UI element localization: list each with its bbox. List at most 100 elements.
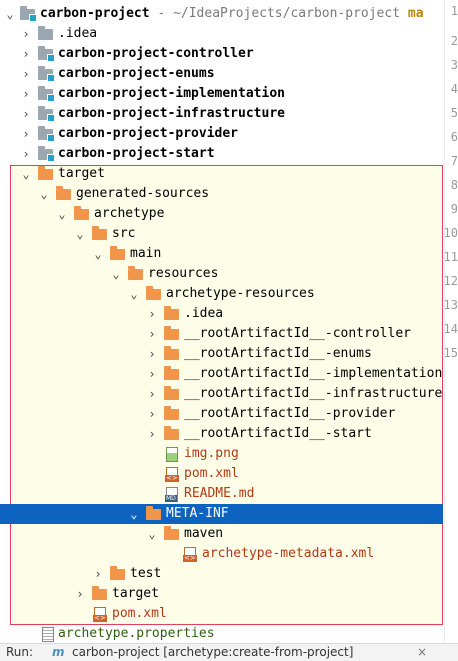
tree-label: archetype	[94, 206, 165, 221]
chevron-right-icon[interactable]: ›	[146, 384, 158, 404]
chevron-right-icon[interactable]: ›	[74, 584, 86, 604]
tree-row-test[interactable]: › test	[0, 564, 443, 584]
tree-row-img-png[interactable]: img.png	[0, 444, 443, 464]
tree-row-module-infrastructure[interactable]: › carbon-project-infrastructure	[0, 104, 443, 124]
line-number: 15	[443, 346, 458, 360]
chevron-down-icon[interactable]: ⌄	[38, 184, 50, 204]
close-icon[interactable]: ×	[417, 644, 427, 661]
chevron-right-icon[interactable]: ›	[20, 44, 32, 64]
tree-label: target	[58, 166, 105, 181]
chevron-right-icon[interactable]: ›	[20, 84, 32, 104]
module-folder-icon	[38, 66, 55, 82]
folder-icon	[128, 266, 143, 280]
tree-row-template-provider[interactable]: › __rootArtifactId__-provider	[0, 404, 443, 424]
folder-icon	[110, 246, 125, 260]
tree-row-target-nested[interactable]: › target	[0, 584, 443, 604]
tree-label: archetype-metadata.xml	[202, 546, 375, 561]
chevron-right-icon[interactable]: ›	[20, 124, 32, 144]
root-path-truncated: ma	[407, 6, 424, 21]
xml-file-icon	[165, 467, 179, 482]
tree-label: .idea	[58, 26, 98, 41]
tree-row-template-controller[interactable]: › __rootArtifactId__-controller	[0, 324, 443, 344]
chevron-down-icon[interactable]: ⌄	[56, 204, 68, 224]
tree-row-module-provider[interactable]: › carbon-project-provider	[0, 124, 443, 144]
tree-label: maven	[184, 526, 224, 541]
module-folder-icon	[38, 86, 55, 102]
tree-row-module-enums[interactable]: › carbon-project-enums	[0, 64, 443, 84]
chevron-down-icon[interactable]: ⌄	[146, 524, 158, 544]
folder-icon	[110, 566, 125, 580]
tree-row-module-start[interactable]: › carbon-project-start	[0, 144, 443, 164]
folder-icon	[92, 586, 107, 600]
tree-row-target[interactable]: ⌄ target	[0, 164, 443, 184]
chevron-down-icon[interactable]: ⌄	[110, 264, 122, 284]
chevron-right-icon[interactable]: ›	[20, 104, 32, 124]
tree-row-src[interactable]: ⌄ src	[0, 224, 443, 244]
tree-row-pom-xml[interactable]: pom.xml	[0, 604, 443, 624]
chevron-right-icon[interactable]: ›	[20, 24, 32, 44]
folder-icon	[74, 206, 89, 220]
tree-row-pom-xml-template[interactable]: pom.xml	[0, 464, 443, 484]
tree-row-archetype-properties[interactable]: archetype.properties	[0, 624, 443, 644]
chevron-down-icon[interactable]: ⌄	[20, 164, 32, 184]
tree-row-archetype[interactable]: ⌄ archetype	[0, 204, 443, 224]
root-name: carbon-project	[40, 6, 150, 21]
chevron-right-icon[interactable]: ›	[146, 364, 158, 384]
folder-icon	[164, 346, 179, 360]
line-number: 6	[450, 130, 458, 144]
tree-label: __rootArtifactId__-infrastructure	[184, 386, 443, 401]
tree-row-main[interactable]: ⌄ main	[0, 244, 443, 264]
line-number: 12	[443, 274, 458, 288]
run-tab-title[interactable]: carbon-project [archetype:create-from-pr…	[72, 644, 353, 661]
chevron-right-icon[interactable]: ›	[20, 144, 32, 164]
tree-row-template-start[interactable]: › __rootArtifactId__-start	[0, 424, 443, 444]
tree-row-idea-template[interactable]: › .idea	[0, 304, 443, 324]
tree-row-readme[interactable]: README.md	[0, 484, 443, 504]
folder-icon	[92, 226, 107, 240]
tree-row-idea[interactable]: › .idea	[0, 24, 443, 44]
tree-label: __rootArtifactId__-controller	[184, 326, 411, 341]
line-number: 14	[443, 322, 458, 336]
tree-row-generated-sources[interactable]: ⌄ generated-sources	[0, 184, 443, 204]
tree-row-root[interactable]: ⌄ carbon-project - ~/IdeaProjects/carbon…	[0, 4, 443, 24]
tree-label: test	[130, 566, 162, 581]
chevron-down-icon[interactable]: ⌄	[128, 504, 140, 524]
tree-row-archetype-metadata[interactable]: archetype-metadata.xml	[0, 544, 443, 564]
tree-label: carbon-project-provider	[58, 126, 239, 141]
tree-label: carbon-project-enums	[58, 66, 215, 81]
markdown-file-icon	[165, 487, 178, 502]
chevron-right-icon[interactable]: ›	[146, 344, 158, 364]
tree-row-archetype-resources[interactable]: ⌄ archetype-resources	[0, 284, 443, 304]
tree-row-resources[interactable]: ⌄ resources	[0, 264, 443, 284]
chevron-down-icon[interactable]: ⌄	[74, 224, 86, 244]
root-path: - ~/IdeaProjects/carbon-project	[157, 6, 401, 21]
folder-icon	[38, 26, 53, 40]
folder-icon	[38, 166, 53, 180]
tree-row-template-implementation[interactable]: › __rootArtifactId__-implementation	[0, 364, 443, 384]
tree-label: __rootArtifactId__-provider	[184, 406, 396, 421]
chevron-right-icon[interactable]: ›	[146, 424, 158, 444]
xml-file-icon	[93, 607, 107, 622]
tree-row-template-enums[interactable]: › __rootArtifactId__-enums	[0, 344, 443, 364]
chevron-right-icon[interactable]: ›	[146, 304, 158, 324]
tree-label: carbon-project-implementation	[58, 86, 285, 101]
xml-file-icon	[183, 547, 197, 562]
tree-label: __rootArtifactId__-start	[184, 426, 372, 441]
chevron-right-icon[interactable]: ›	[92, 564, 104, 584]
tree-row-template-infrastructure[interactable]: › __rootArtifactId__-infrastructure	[0, 384, 443, 404]
folder-icon	[164, 366, 179, 380]
chevron-right-icon[interactable]: ›	[146, 404, 158, 424]
maven-icon: m	[52, 645, 65, 659]
chevron-right-icon[interactable]: ›	[146, 324, 158, 344]
module-folder-icon	[38, 146, 55, 162]
tree-label: archetype-resources	[166, 286, 315, 301]
chevron-down-icon[interactable]: ⌄	[4, 4, 16, 24]
chevron-right-icon[interactable]: ›	[20, 64, 32, 84]
line-number: 7	[450, 154, 458, 168]
tree-row-meta-inf[interactable]: ⌄ META-INF	[0, 504, 443, 524]
chevron-down-icon[interactable]: ⌄	[92, 244, 104, 264]
tree-row-maven[interactable]: ⌄ maven	[0, 524, 443, 544]
tree-row-module-implementation[interactable]: › carbon-project-implementation	[0, 84, 443, 104]
tree-row-module-controller[interactable]: › carbon-project-controller	[0, 44, 443, 64]
chevron-down-icon[interactable]: ⌄	[128, 284, 140, 304]
